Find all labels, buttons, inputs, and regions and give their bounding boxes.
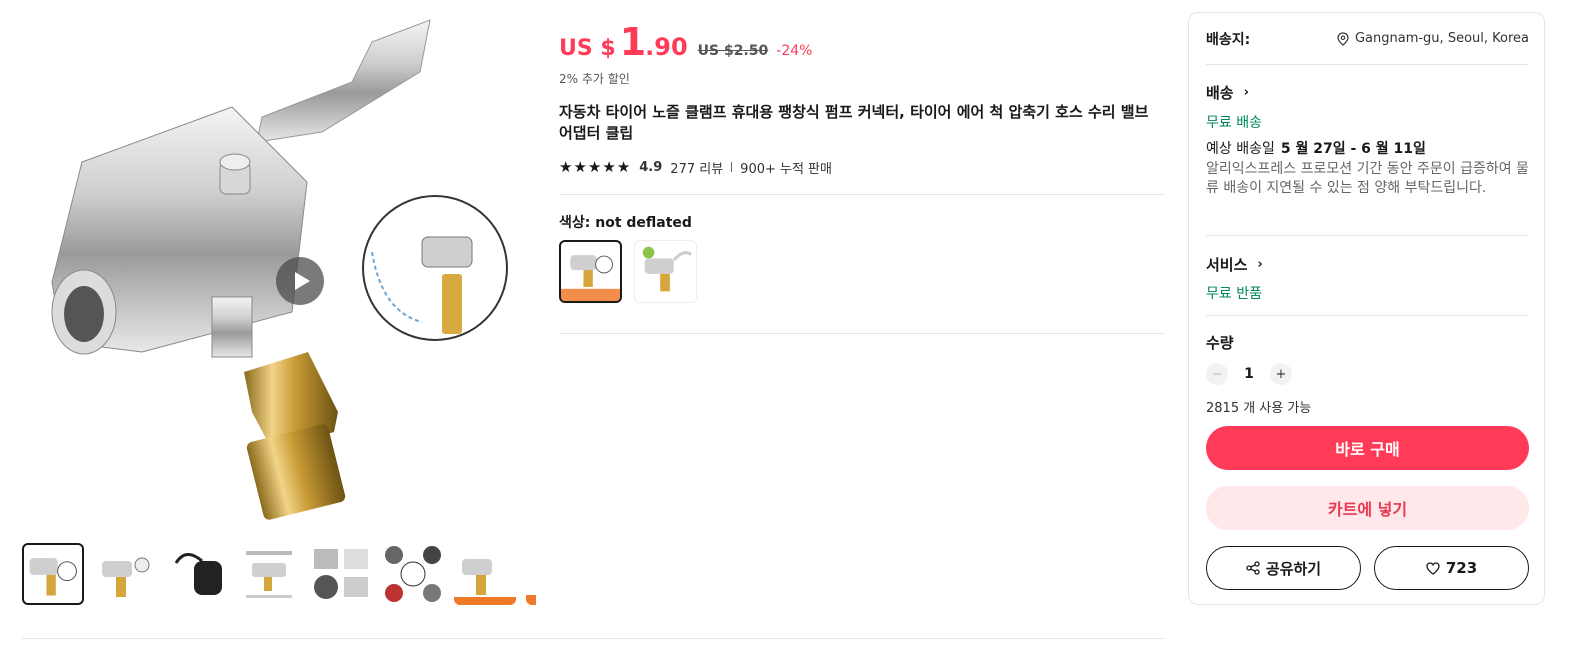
star-icon: ★ <box>602 157 616 176</box>
thumbnail-image[interactable] <box>166 543 228 605</box>
ship-to-location[interactable]: Gangnam-gu, Seoul, Korea <box>1337 31 1529 46</box>
discount-badge: -24% <box>776 43 813 59</box>
product-info: US $ 1 .90 US $2.50 -24% 2% 추가 할인 자동차 타이… <box>559 20 1165 334</box>
play-icon[interactable] <box>276 257 324 305</box>
chevron-right-icon[interactable]: › <box>528 562 536 586</box>
shipping-title-text: 배송 <box>1206 84 1234 102</box>
chevron-right-icon: › <box>1257 257 1263 272</box>
rating-row: ★ ★ ★ ★ ★ 4.9 277 리뷰 900+ 누적 판매 <box>559 157 1165 177</box>
divider <box>731 162 733 172</box>
location-text: Gangnam-gu, Seoul, Korea <box>1354 31 1529 46</box>
share-button[interactable]: 공유하기 <box>1206 546 1361 590</box>
thumbnail-image[interactable] <box>382 543 444 605</box>
price-integer: 1 <box>619 20 646 64</box>
chevron-right-icon: › <box>1243 85 1249 100</box>
rating-score: 4.9 <box>639 159 663 175</box>
main-product-image[interactable] <box>22 12 536 526</box>
share-label: 공유하기 <box>1265 559 1322 578</box>
plus-icon[interactable]: + <box>1270 363 1292 385</box>
buy-now-button[interactable]: 바로 구매 <box>1206 426 1529 470</box>
quantity-input[interactable]: 1 <box>1228 366 1270 382</box>
extra-discount: 2% 추가 할인 <box>559 72 630 86</box>
thumbnail-image[interactable] <box>22 543 84 605</box>
current-price: US $ 1 .90 <box>559 20 688 64</box>
star-icon: ★ <box>559 157 573 176</box>
quantity-section: 수량 − 1 + 2815 개 사용 가능 <box>1206 316 1529 416</box>
minus-icon[interactable]: − <box>1206 363 1228 385</box>
service-section: 서비스 › 무료 반품 <box>1206 236 1529 316</box>
service-title-text: 서비스 <box>1206 256 1248 274</box>
quantity-stepper: − 1 + <box>1206 363 1529 385</box>
divider <box>559 194 1165 195</box>
ship-to-row[interactable]: 배송지: Gangnam-gu, Seoul, Korea <box>1206 13 1529 65</box>
original-price: US $2.50 <box>697 43 769 59</box>
share-icon <box>1246 561 1260 575</box>
divider <box>559 333 1165 334</box>
thumbnail-image[interactable] <box>454 543 516 605</box>
purchase-panel: 배송지: Gangnam-gu, Seoul, Korea 배송 › 무료 배송… <box>1188 12 1545 605</box>
price-row: US $ 1 .90 US $2.50 -24% <box>559 20 1165 64</box>
heart-icon <box>1426 561 1440 575</box>
color-swatches <box>559 240 1165 303</box>
color-label-text: 색상 <box>559 215 585 231</box>
color-swatch-option-2[interactable] <box>634 240 697 303</box>
color-swatch-not-deflated[interactable] <box>559 240 622 303</box>
star-icon: ★ <box>573 157 587 176</box>
thumbnail-image[interactable] <box>310 543 372 605</box>
ship-to-label: 배송지: <box>1206 31 1251 48</box>
divider <box>22 638 1165 639</box>
delivery-section: 배송 › 무료 배송 예상 배송일 5 월 27일 - 6 월 11일 알리익스프… <box>1206 65 1529 236</box>
shipping-title[interactable]: 배송 › <box>1206 82 1529 103</box>
color-selected: not deflated <box>595 215 692 231</box>
stock-available: 2815 개 사용 가능 <box>1206 401 1312 416</box>
star-icon: ★ <box>587 157 602 176</box>
thumbnail-image[interactable] <box>94 543 156 605</box>
thumbnail-image[interactable] <box>238 543 300 605</box>
star-rating: ★ ★ ★ ★ ★ <box>559 157 631 176</box>
wishlist-button[interactable]: 723 <box>1374 546 1529 590</box>
reviews-link[interactable]: 277 리뷰 <box>670 158 723 177</box>
free-return: 무료 반품 <box>1206 286 1262 302</box>
delivery-eta: 예상 배송일 5 월 27일 - 6 월 11일 <box>1206 138 1529 158</box>
wishlist-count: 723 <box>1445 559 1478 577</box>
sold-count: 900+ 누적 판매 <box>740 161 832 177</box>
quantity-label: 수량 <box>1206 334 1234 352</box>
free-shipping: 무료 배송 <box>1206 115 1262 131</box>
eta-dates: 5 월 27일 - 6 월 11일 <box>1280 141 1426 157</box>
product-title: 자동차 타이어 노즐 클램프 휴대용 팽창식 펌프 커넥터, 타이어 에어 척 … <box>559 103 1149 142</box>
price-currency: US $ <box>559 36 616 61</box>
price-decimal: .90 <box>645 33 688 61</box>
add-to-cart-button[interactable]: 카트에 넣기 <box>1206 486 1529 530</box>
service-title[interactable]: 서비스 › <box>1206 254 1529 275</box>
delivery-note: 알리익스프레스 프로모션 기간 동안 주문이 급증하여 물류 배송이 지연될 수… <box>1206 161 1529 196</box>
eta-label: 예상 배송일 <box>1206 141 1275 157</box>
color-label: 색상: not deflated <box>559 215 692 231</box>
thumbnail-strip: › <box>22 542 536 608</box>
location-pin-icon <box>1337 31 1349 46</box>
star-icon: ★ <box>616 157 631 176</box>
